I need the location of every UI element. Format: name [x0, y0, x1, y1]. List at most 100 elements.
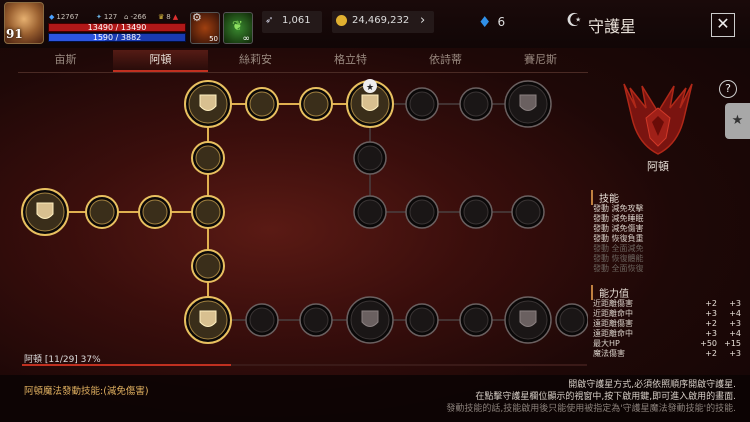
skill-item[interactable]: 發動 減免傷害	[593, 224, 644, 234]
guardian-node[interactable]	[245, 87, 279, 121]
stat-next: +3	[729, 349, 741, 358]
stat-current: +2	[705, 349, 717, 358]
help-line-3: 發動技能的話,技能啟用後只能使用被指定為'守護星魔法發動技能'的技能.	[446, 404, 736, 414]
stat-d: ♛ 8 ▲	[158, 13, 179, 21]
tab-3[interactable]: 格立特	[303, 50, 398, 72]
stat-next: +3	[729, 319, 741, 328]
guardian-node[interactable]	[405, 195, 439, 229]
guardian-node-major[interactable]	[346, 296, 394, 344]
guardian-node[interactable]	[85, 195, 119, 229]
guardian-node-major[interactable]	[184, 80, 232, 128]
coin-icon	[336, 15, 347, 26]
favorite-star-tab[interactable]: ★	[725, 103, 750, 139]
guardian-node[interactable]	[405, 303, 439, 337]
house-icon: ⌂	[124, 13, 129, 21]
guardian-node-major[interactable]	[21, 188, 69, 236]
potion-slot[interactable]: ⚙ 50	[190, 11, 220, 44]
leaf-icon: ❦	[232, 19, 243, 34]
tab-1[interactable]: 阿頓	[113, 50, 208, 72]
power-icon: ◆	[49, 13, 55, 21]
guardian-node[interactable]	[138, 195, 172, 229]
feather-icon: ➶	[265, 15, 274, 26]
stat-a: ◆ 12767	[49, 13, 79, 21]
tab-5[interactable]: 賽尼斯	[493, 50, 588, 72]
stats-list: 近距離傷害 +2 +3 近距離命中 +3 +4 遠距離傷害 +2 +3 遠距離命中 +3 +4 最大HP…	[593, 299, 741, 359]
tab-0[interactable]: 亩斯	[18, 50, 113, 72]
guardian-node[interactable]	[459, 303, 493, 337]
skill-item[interactable]: 發動 減免睡眠	[593, 214, 644, 224]
constellation-tree: ★	[21, 79, 588, 344]
guardian-node[interactable]	[353, 195, 387, 229]
guardian-node[interactable]	[405, 87, 439, 121]
guardian-node[interactable]	[191, 195, 225, 229]
skill-item[interactable]: 發動 全面減免	[593, 244, 644, 254]
feather-currency: ➶ 1,061	[262, 11, 322, 33]
stat-next: +4	[729, 309, 741, 318]
stat-current: +3	[705, 329, 717, 338]
skill-item[interactable]: 發動 全面恢復	[593, 264, 644, 274]
stat-name: 最大HP	[593, 339, 620, 348]
guardian-node[interactable]	[353, 141, 387, 175]
gear-icon: ⚙	[192, 11, 202, 24]
alert-icon: ▲	[172, 13, 179, 21]
star-icon: ★	[366, 83, 374, 93]
guardian-node[interactable]	[191, 249, 225, 283]
stats-header: 能力值	[591, 285, 629, 300]
guardian-node[interactable]	[511, 195, 545, 229]
window-title: 守護星	[588, 17, 637, 36]
skill-item[interactable]: 發動 恢復負重	[593, 234, 644, 244]
stat-name: 魔法傷害	[593, 349, 625, 358]
stat-name: 近距離傷害	[593, 299, 633, 308]
stat-current: +50	[700, 339, 717, 348]
guardian-node[interactable]	[299, 303, 333, 337]
hp-text: 13490 / 13490	[87, 23, 147, 32]
guardian-node-major[interactable]	[184, 296, 232, 344]
progress-bar	[22, 364, 587, 366]
guardian-node[interactable]	[191, 141, 225, 175]
guardian-node[interactable]	[459, 87, 493, 121]
hp-bar: 13490 / 13490	[48, 23, 186, 32]
stat-c: ⌂ -266	[124, 13, 147, 21]
stat-name: 遠距離命中	[593, 329, 633, 338]
stat-current: +3	[705, 309, 717, 318]
guardian-node[interactable]	[555, 303, 588, 337]
mp-text: 1590 / 3882	[92, 33, 142, 42]
help-line-2: 在點擊守護星欄位顯示的視窗中,按下啟用鍵,即可進入啟用的畫面.	[475, 392, 736, 402]
skills-header: 技能	[591, 190, 619, 205]
stat-current: +2	[705, 319, 717, 328]
skills-list: 發動 減免攻擊 發動 減免睡眠 發動 減免傷害 發動 恢復負重 發動 全面減免 發動 恢復…	[593, 204, 644, 274]
herb-slot[interactable]: ❦ ∞	[223, 12, 253, 44]
stat-row: 遠距離傷害 +2 +3	[593, 319, 741, 329]
stat-row: 近距離傷害 +2 +3	[593, 299, 741, 309]
guardian-star-logo-icon: ☪	[566, 10, 583, 31]
guardian-name: 阿頓	[647, 160, 669, 173]
stat-name: 遠距離傷害	[593, 319, 633, 328]
crystal-icon: ♦	[478, 13, 492, 31]
help-button[interactable]: ?	[719, 80, 737, 98]
guardian-node[interactable]	[245, 303, 279, 337]
guardian-tabs: 亩斯 阿頓 絲莉安 格立特 依詩蒂 賽尼斯	[18, 50, 588, 72]
trophy-icon: ♛	[158, 13, 165, 21]
skill-item[interactable]: 發動 減免攻擊	[593, 204, 644, 214]
top-status-bar: 91 ◆ 12767 ✦ 127 ⌂ -266 ♛ 8 ▲ 13490 / 13…	[0, 0, 750, 48]
guardian-node[interactable]	[299, 87, 333, 121]
stat-name: 近距離命中	[593, 309, 633, 318]
help-text: 開啟守護星方式,必須依照順序開啟守護星. 在點擊守護星欄位顯示的視窗中,按下啟用…	[446, 379, 736, 415]
guardian-node-major[interactable]	[504, 80, 552, 128]
mp-bar: 1590 / 3882	[48, 33, 186, 42]
guardian-star-screen: 91 ◆ 12767 ✦ 127 ⌂ -266 ♛ 8 ▲ 13490 / 13…	[0, 0, 750, 422]
skill-item[interactable]: 發動 恢復體能	[593, 254, 644, 264]
guardian-node[interactable]	[459, 195, 493, 229]
stat-b: ✦ 127	[96, 13, 118, 21]
chevron-right-icon[interactable]: ›	[420, 13, 425, 28]
star-icon: ★	[731, 113, 744, 128]
gold-currency: 24,469,232 ›	[332, 11, 434, 33]
stat-next: +3	[729, 299, 741, 308]
close-button[interactable]: ✕	[711, 13, 735, 37]
stat-next: +15	[724, 339, 741, 348]
gem-currency: ♦ 6	[478, 13, 506, 31]
stat-row: 魔法傷害 +2 +3	[593, 349, 741, 359]
tab-2[interactable]: 絲莉安	[208, 50, 303, 72]
tab-4[interactable]: 依詩蒂	[398, 50, 493, 72]
guardian-node-major[interactable]	[504, 296, 552, 344]
